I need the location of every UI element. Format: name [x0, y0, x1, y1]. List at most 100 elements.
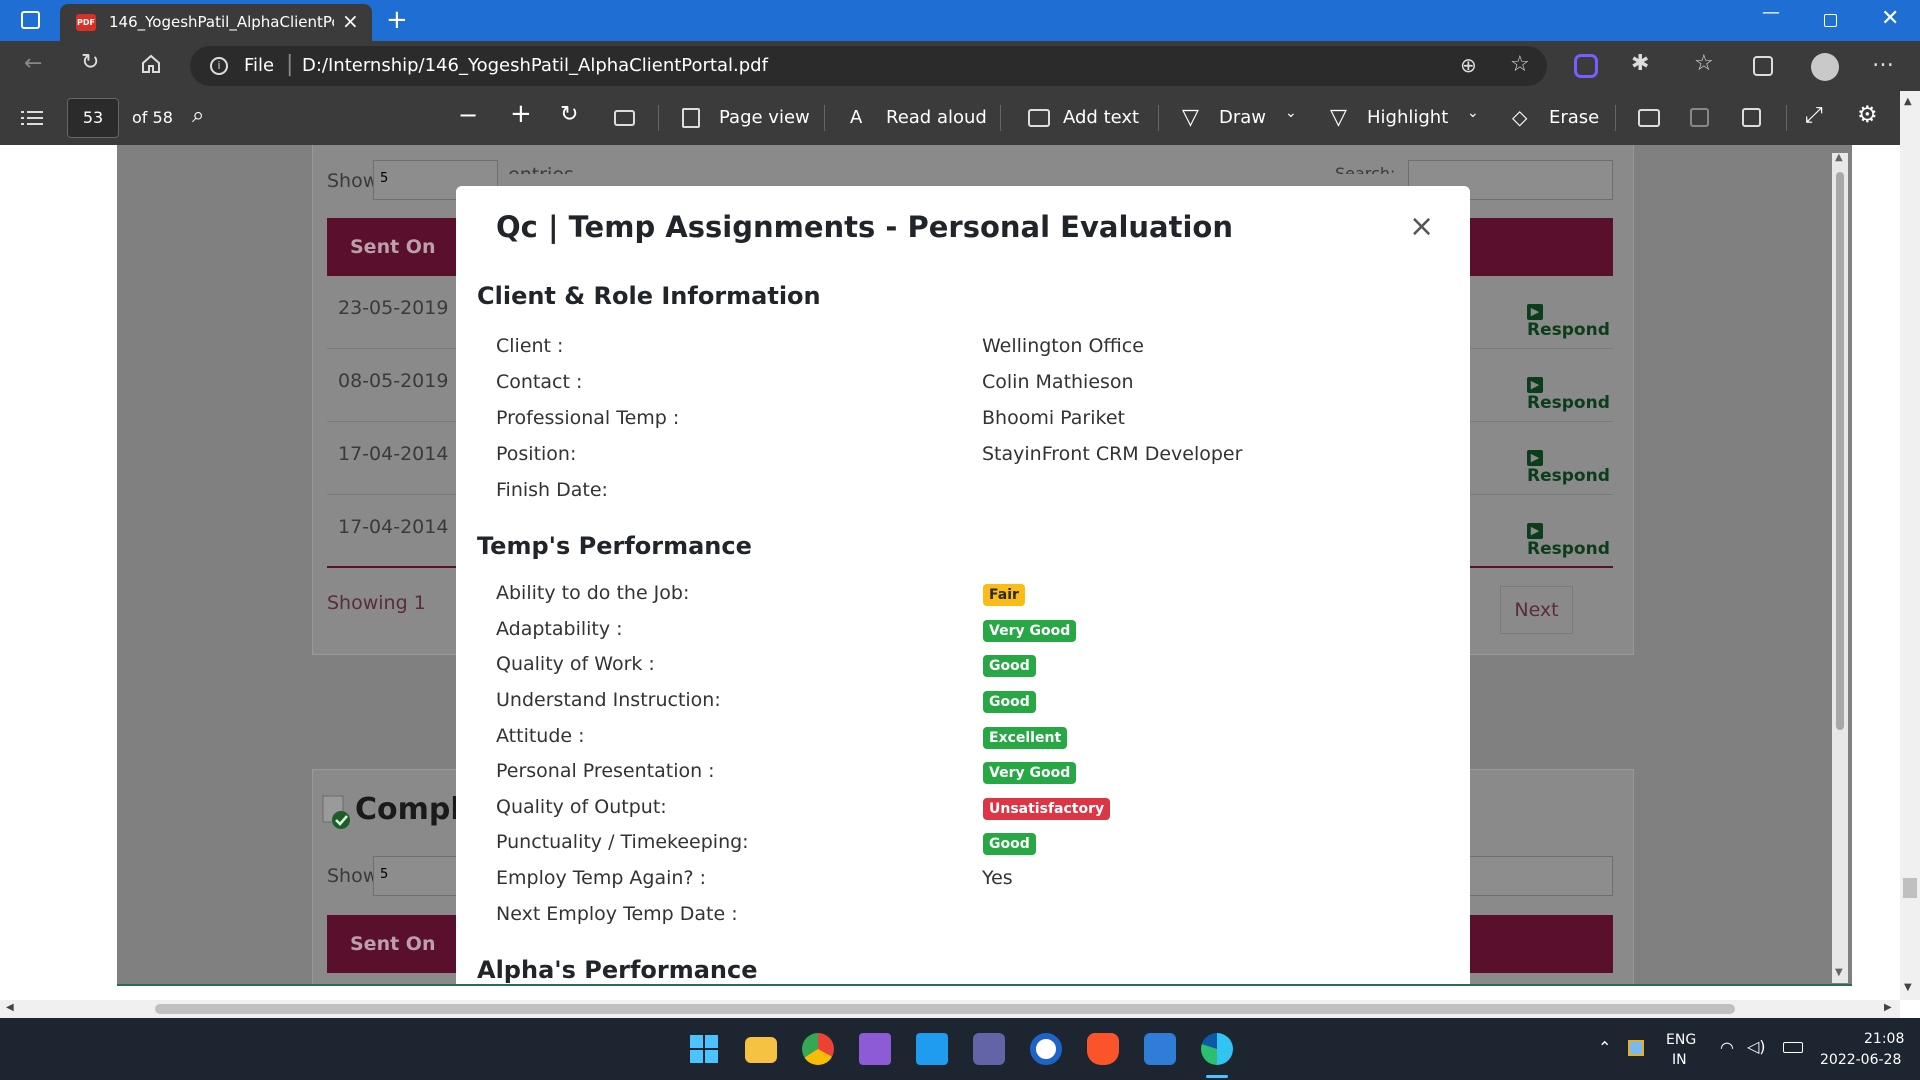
- clock-time[interactable]: 21:08: [1864, 1031, 1904, 1047]
- respond-button[interactable]: ▶Respond: [1527, 371, 1613, 413]
- search-icon[interactable]: ⌕: [192, 103, 204, 128]
- file-explorer-icon[interactable]: [745, 1037, 777, 1063]
- add-text-icon[interactable]: [1028, 109, 1050, 127]
- sent-on-header[interactable]: Sent On: [350, 236, 435, 258]
- photos-icon[interactable]: [1144, 1033, 1176, 1065]
- respond-button[interactable]: ▶Respond: [1527, 444, 1613, 486]
- highlight-icon[interactable]: ▽: [1330, 105, 1347, 130]
- scroll-right-arrow-icon[interactable]: ▶: [1884, 1002, 1892, 1013]
- settings-gear-icon[interactable]: ⚙: [1857, 102, 1878, 128]
- show-label: Show: [327, 170, 379, 192]
- clock-date[interactable]: 2022-06-28: [1820, 1052, 1901, 1068]
- page-total: of 58: [132, 108, 173, 127]
- language-top[interactable]: ENG: [1666, 1032, 1696, 1048]
- read-aloud-icon[interactable]: A: [850, 107, 862, 128]
- teams-icon[interactable]: [973, 1033, 1005, 1065]
- page-view-icon[interactable]: [682, 108, 700, 128]
- app-icon[interactable]: [1030, 1033, 1062, 1065]
- wifi-icon[interactable]: ◠: [1720, 1038, 1734, 1057]
- address-bar-row: ← ↻ i File | D:/Internship/146_YogeshPat…: [0, 41, 1920, 91]
- respond-label: Respond: [1527, 539, 1610, 559]
- zoom-icon[interactable]: ⊕: [1460, 53, 1477, 77]
- fit-page-icon[interactable]: [614, 110, 635, 126]
- outer-vertical-scrollbar[interactable]: [1900, 91, 1920, 1000]
- scroll-left-arrow-icon[interactable]: ◀: [6, 1002, 14, 1013]
- volume-icon[interactable]: ◁): [1747, 1037, 1766, 1056]
- toolbar-divider: [1615, 105, 1616, 131]
- file-label: File: [244, 55, 275, 76]
- draw-button[interactable]: Draw: [1219, 107, 1266, 128]
- address-field[interactable]: i File | D:/Internship/146_YogeshPatil_A…: [190, 46, 1547, 86]
- copilot-icon[interactable]: [1574, 54, 1598, 78]
- draw-icon[interactable]: ▽: [1182, 105, 1199, 130]
- collections-icon[interactable]: [1753, 56, 1773, 76]
- modal-close-button[interactable]: ×: [1409, 209, 1434, 244]
- profile-avatar[interactable]: [1811, 53, 1839, 81]
- print-icon[interactable]: [1638, 109, 1660, 127]
- visual-studio-icon[interactable]: [859, 1033, 891, 1065]
- favorite-add-icon[interactable]: ☆: [1510, 52, 1530, 77]
- site-info-icon[interactable]: i: [210, 57, 228, 75]
- close-window-icon[interactable]: ✕: [1881, 6, 1899, 31]
- toolbar-divider: [658, 105, 659, 131]
- read-aloud-button[interactable]: Read aloud: [886, 107, 987, 128]
- brave-icon[interactable]: [1087, 1033, 1119, 1065]
- page-number-input[interactable]: 53: [67, 98, 119, 138]
- erase-button[interactable]: Erase: [1549, 107, 1599, 128]
- horizontal-scroll-thumb[interactable]: [155, 1004, 1735, 1014]
- row-date: 23-05-2019: [338, 297, 449, 319]
- fullscreen-icon[interactable]: ⤢: [1805, 103, 1823, 128]
- active-app-indicator: [1206, 1075, 1228, 1078]
- extensions-icon[interactable]: ✱: [1631, 51, 1649, 76]
- respond-button[interactable]: ▶Respond: [1527, 517, 1613, 559]
- temp-value: Bhoomi Pariket: [982, 407, 1125, 429]
- zoom-in-icon[interactable]: +: [510, 99, 532, 129]
- back-icon[interactable]: ←: [24, 51, 42, 76]
- position-value: StayinFront CRM Developer: [982, 443, 1243, 465]
- tab-actions-icon[interactable]: [21, 11, 40, 29]
- completed-section-title: Compl: [355, 792, 461, 827]
- tab-close-icon[interactable]: ×: [342, 9, 359, 33]
- chrome-icon[interactable]: [802, 1033, 834, 1065]
- temp-label: Professional Temp :: [496, 407, 680, 429]
- sent-on-header[interactable]: Sent On: [350, 933, 435, 955]
- add-text-button[interactable]: Add text: [1063, 107, 1139, 128]
- home-icon[interactable]: [140, 53, 162, 75]
- vscode-icon[interactable]: [916, 1033, 948, 1065]
- outer-scroll-thumb[interactable]: [1903, 878, 1917, 898]
- respond-button[interactable]: ▶Respond: [1527, 298, 1613, 340]
- scroll-up-arrow-icon[interactable]: ▲: [1835, 152, 1843, 163]
- language-bottom[interactable]: IN: [1672, 1052, 1687, 1068]
- respond-label: Respond: [1527, 320, 1610, 340]
- draw-options-chevron-icon[interactable]: ⌄: [1285, 105, 1297, 121]
- zoom-out-icon[interactable]: −: [458, 101, 478, 129]
- save-as-icon[interactable]: [1742, 108, 1761, 127]
- windows-start-icon[interactable]: [688, 1033, 720, 1065]
- save-icon[interactable]: [1690, 108, 1709, 127]
- outer-scroll-up-icon[interactable]: ▲: [1904, 96, 1912, 107]
- table-of-contents-icon[interactable]: [21, 110, 43, 126]
- vertical-scroll-thumb[interactable]: [1836, 172, 1844, 730]
- scroll-down-arrow-icon[interactable]: ▼: [1835, 967, 1843, 978]
- quality-of-work-label: Quality of Work :: [496, 653, 655, 675]
- erase-icon[interactable]: ◇: [1512, 105, 1527, 129]
- more-menu-icon[interactable]: …: [1872, 47, 1894, 72]
- highlight-options-chevron-icon[interactable]: ⌄: [1467, 105, 1479, 121]
- minimize-icon[interactable]: —: [1762, 2, 1780, 23]
- refresh-icon[interactable]: ↻: [81, 50, 99, 75]
- page-view-button[interactable]: Page view: [719, 107, 810, 128]
- next-page-button[interactable]: Next: [1500, 586, 1573, 634]
- tab-title: 146_YogeshPatil_AlphaClientPort: [109, 13, 334, 31]
- browser-tab[interactable]: PDF 146_YogeshPatil_AlphaClientPort ×: [60, 4, 372, 41]
- battery-icon[interactable]: [1783, 1042, 1803, 1053]
- highlight-button[interactable]: Highlight: [1367, 107, 1448, 128]
- tray-app-icon[interactable]: [1628, 1040, 1644, 1056]
- new-tab-icon[interactable]: +: [386, 5, 408, 35]
- outer-scroll-down-icon[interactable]: ▼: [1904, 982, 1912, 993]
- edge-icon[interactable]: [1201, 1033, 1233, 1065]
- rotate-icon[interactable]: ↻: [560, 102, 578, 127]
- respond-icon: ▶: [1527, 523, 1543, 539]
- favorites-icon[interactable]: ☆: [1694, 51, 1714, 76]
- tray-chevron-icon[interactable]: ⌃: [1598, 1038, 1611, 1057]
- restore-icon[interactable]: [1824, 14, 1837, 27]
